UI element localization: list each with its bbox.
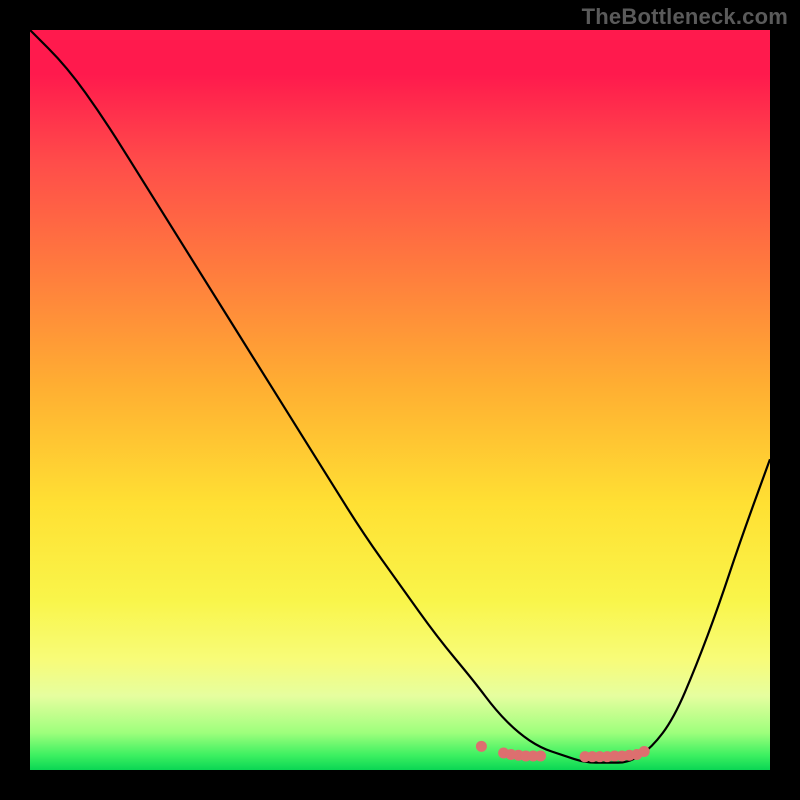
plot-area [30, 30, 770, 770]
chart-frame: TheBottleneck.com [0, 0, 800, 800]
watermark-label: TheBottleneck.com [582, 4, 788, 30]
curve-markers [476, 741, 650, 762]
bottleneck-curve [30, 30, 770, 770]
curve-marker [639, 746, 650, 757]
curve-marker [535, 750, 546, 761]
curve-line [30, 30, 770, 763]
curve-marker [476, 741, 487, 752]
